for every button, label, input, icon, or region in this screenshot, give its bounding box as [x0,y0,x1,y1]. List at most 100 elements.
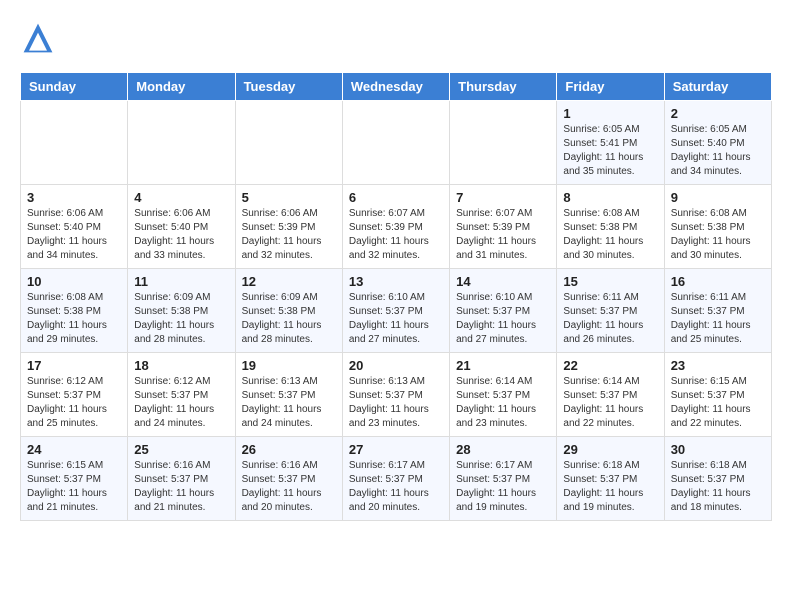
calendar-cell: 14 Sunrise: 6:10 AM Sunset: 5:37 PM Dayli… [450,269,557,353]
calendar-header-row: SundayMondayTuesdayWednesdayThursdayFrid… [21,73,772,101]
cell-info: Sunrise: 6:08 AM Sunset: 5:38 PM Dayligh… [671,207,765,263]
day-number: 6 [349,190,443,205]
day-number: 17 [27,358,121,373]
calendar-cell [21,101,128,185]
cell-info: Sunrise: 6:12 AM Sunset: 5:37 PM Dayligh… [27,375,121,431]
calendar-cell: 13 Sunrise: 6:10 AM Sunset: 5:37 PM Dayli… [342,269,449,353]
calendar-week-row: 24 Sunrise: 6:15 AM Sunset: 5:37 PM Dayli… [21,437,772,521]
calendar-cell: 5Sunrise: 6:06 AM Sunset: 5:39 PM Daylig… [235,185,342,269]
cell-info: Sunrise: 6:08 AM Sunset: 5:38 PM Dayligh… [563,207,657,263]
calendar-week-row: 1 Sunrise: 6:05 AM Sunset: 5:41 PM Daylig… [21,101,772,185]
cell-info: Sunrise: 6:09 AM Sunset: 5:38 PM Dayligh… [242,291,336,347]
day-number: 13 [349,274,443,289]
calendar-cell: 2 Sunrise: 6:05 AM Sunset: 5:40 PM Daylig… [664,101,771,185]
day-number: 30 [671,442,765,457]
calendar-cell: 29Sunrise: 6:18 AM Sunset: 5:37 PM Dayli… [557,437,664,521]
day-number: 27 [349,442,443,457]
day-number: 11 [134,274,228,289]
day-number: 10 [27,274,121,289]
cell-info: Sunrise: 6:12 AM Sunset: 5:37 PM Dayligh… [134,375,228,431]
day-number: 9 [671,190,765,205]
cell-info: Sunrise: 6:06 AM Sunset: 5:40 PM Dayligh… [134,207,228,263]
calendar-cell: 1 Sunrise: 6:05 AM Sunset: 5:41 PM Daylig… [557,101,664,185]
calendar-cell: 16 Sunrise: 6:11 AM Sunset: 5:37 PM Dayli… [664,269,771,353]
day-number: 19 [242,358,336,373]
day-number: 3 [27,190,121,205]
cell-info: Sunrise: 6:10 AM Sunset: 5:37 PM Dayligh… [349,291,443,347]
calendar-cell: 19 Sunrise: 6:13 AM Sunset: 5:37 PM Dayli… [235,353,342,437]
logo-icon [20,20,56,56]
cell-info: Sunrise: 6:08 AM Sunset: 5:38 PM Dayligh… [27,291,121,347]
day-number: 7 [456,190,550,205]
calendar-cell: 25Sunrise: 6:16 AM Sunset: 5:37 PM Dayli… [128,437,235,521]
calendar-cell: 30 Sunrise: 6:18 AM Sunset: 5:37 PM Dayli… [664,437,771,521]
calendar-cell: 26 Sunrise: 6:16 AM Sunset: 5:37 PM Dayli… [235,437,342,521]
calendar-week-row: 10 Sunrise: 6:08 AM Sunset: 5:38 PM Dayli… [21,269,772,353]
weekday-header: Sunday [21,73,128,101]
day-number: 24 [27,442,121,457]
cell-info: Sunrise: 6:13 AM Sunset: 5:37 PM Dayligh… [349,375,443,431]
cell-info: Sunrise: 6:15 AM Sunset: 5:37 PM Dayligh… [27,459,121,515]
cell-info: Sunrise: 6:10 AM Sunset: 5:37 PM Dayligh… [456,291,550,347]
weekday-header: Monday [128,73,235,101]
day-number: 20 [349,358,443,373]
day-number: 22 [563,358,657,373]
day-number: 28 [456,442,550,457]
calendar-cell: 9 Sunrise: 6:08 AM Sunset: 5:38 PM Daylig… [664,185,771,269]
calendar-cell: 12 Sunrise: 6:09 AM Sunset: 5:38 PM Dayli… [235,269,342,353]
day-number: 1 [563,106,657,121]
calendar-cell: 23 Sunrise: 6:15 AM Sunset: 5:37 PM Dayli… [664,353,771,437]
cell-info: Sunrise: 6:05 AM Sunset: 5:40 PM Dayligh… [671,123,765,179]
cell-info: Sunrise: 6:11 AM Sunset: 5:37 PM Dayligh… [563,291,657,347]
cell-info: Sunrise: 6:14 AM Sunset: 5:37 PM Dayligh… [456,375,550,431]
calendar-cell: 10 Sunrise: 6:08 AM Sunset: 5:38 PM Dayli… [21,269,128,353]
calendar-cell [235,101,342,185]
cell-info: Sunrise: 6:06 AM Sunset: 5:39 PM Dayligh… [242,207,336,263]
cell-info: Sunrise: 6:11 AM Sunset: 5:37 PM Dayligh… [671,291,765,347]
day-number: 8 [563,190,657,205]
cell-info: Sunrise: 6:13 AM Sunset: 5:37 PM Dayligh… [242,375,336,431]
page-header [20,20,772,56]
cell-info: Sunrise: 6:15 AM Sunset: 5:37 PM Dayligh… [671,375,765,431]
calendar-cell: 17 Sunrise: 6:12 AM Sunset: 5:37 PM Dayli… [21,353,128,437]
calendar-cell: 18 Sunrise: 6:12 AM Sunset: 5:37 PM Dayli… [128,353,235,437]
calendar-cell: 28Sunrise: 6:17 AM Sunset: 5:37 PM Dayli… [450,437,557,521]
weekday-header: Saturday [664,73,771,101]
day-number: 29 [563,442,657,457]
calendar-cell [128,101,235,185]
weekday-header: Friday [557,73,664,101]
cell-info: Sunrise: 6:16 AM Sunset: 5:37 PM Dayligh… [242,459,336,515]
cell-info: Sunrise: 6:09 AM Sunset: 5:38 PM Dayligh… [134,291,228,347]
calendar-cell: 11 Sunrise: 6:09 AM Sunset: 5:38 PM Dayli… [128,269,235,353]
weekday-header: Tuesday [235,73,342,101]
cell-info: Sunrise: 6:17 AM Sunset: 5:37 PM Dayligh… [349,459,443,515]
calendar-cell: 4 Sunrise: 6:06 AM Sunset: 5:40 PM Daylig… [128,185,235,269]
calendar-cell: 22 Sunrise: 6:14 AM Sunset: 5:37 PM Dayli… [557,353,664,437]
cell-info: Sunrise: 6:18 AM Sunset: 5:37 PM Dayligh… [671,459,765,515]
calendar-cell: 8 Sunrise: 6:08 AM Sunset: 5:38 PM Daylig… [557,185,664,269]
calendar-cell: 24 Sunrise: 6:15 AM Sunset: 5:37 PM Dayli… [21,437,128,521]
day-number: 14 [456,274,550,289]
calendar-cell [450,101,557,185]
calendar-cell: 27 Sunrise: 6:17 AM Sunset: 5:37 PM Dayli… [342,437,449,521]
day-number: 18 [134,358,228,373]
day-number: 12 [242,274,336,289]
cell-info: Sunrise: 6:05 AM Sunset: 5:41 PM Dayligh… [563,123,657,179]
day-number: 21 [456,358,550,373]
calendar-cell: 20 Sunrise: 6:13 AM Sunset: 5:37 PM Dayli… [342,353,449,437]
calendar-week-row: 3 Sunrise: 6:06 AM Sunset: 5:40 PM Daylig… [21,185,772,269]
day-number: 2 [671,106,765,121]
day-number: 23 [671,358,765,373]
day-number: 16 [671,274,765,289]
day-number: 25 [134,442,228,457]
weekday-header: Thursday [450,73,557,101]
logo [20,20,60,56]
cell-info: Sunrise: 6:07 AM Sunset: 5:39 PM Dayligh… [456,207,550,263]
calendar-cell [342,101,449,185]
cell-info: Sunrise: 6:14 AM Sunset: 5:37 PM Dayligh… [563,375,657,431]
day-number: 26 [242,442,336,457]
calendar-cell: 6Sunrise: 6:07 AM Sunset: 5:39 PM Daylig… [342,185,449,269]
day-number: 4 [134,190,228,205]
cell-info: Sunrise: 6:06 AM Sunset: 5:40 PM Dayligh… [27,207,121,263]
calendar-cell: 15Sunrise: 6:11 AM Sunset: 5:37 PM Dayli… [557,269,664,353]
